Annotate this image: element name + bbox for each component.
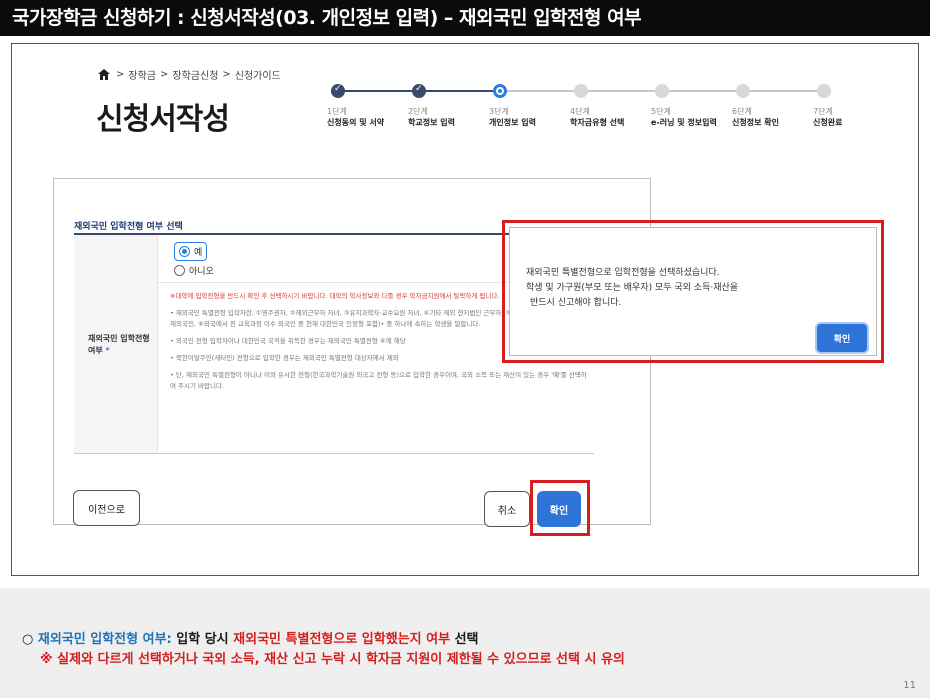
form-bottom-divider [74, 453, 594, 454]
prev-button[interactable]: 이전으로 [73, 490, 140, 526]
bullet-icon: ○ [22, 632, 34, 647]
step-name: 신청완료 [813, 118, 843, 127]
step-number: 4단계 [570, 107, 590, 116]
section-title: 재외국민 입학전형 여부 선택 [74, 222, 183, 232]
step-number: 6단계 [732, 107, 752, 116]
step-name: 신청정보 확인 [732, 118, 779, 127]
required-mark: * [105, 346, 110, 355]
footer-description: ○ 재외국민 입학전형 여부: 입학 당시 재외국민 특별전형으로 입학했는지 … [22, 628, 479, 647]
option-yes[interactable]: 예 [174, 242, 208, 261]
footer-text: 선택 [450, 632, 479, 647]
step-todo-icon [574, 84, 588, 98]
step-current-icon [493, 84, 507, 98]
breadcrumb-item-guide[interactable]: 신청가이드 [235, 67, 281, 82]
step-name: e-러닝 및 정보입력 [651, 118, 717, 127]
note-item: • 단, 재외국민 특별전형이 아니나 이와 유사한 전형(한국과학기술원 외국… [170, 371, 587, 390]
step-name: 학교정보 입력 [408, 118, 455, 127]
step-number: 7단계 [813, 107, 833, 116]
radio-selected-icon[interactable] [179, 246, 190, 257]
option-yes-box[interactable]: 예 [174, 242, 208, 261]
radio-unselected-icon[interactable] [174, 265, 185, 276]
breadcrumb-sep: > [222, 69, 231, 80]
step-name: 개인정보 입력 [489, 118, 536, 127]
footer-highlight: 재외국민 특별전형으로 입학했는지 여부 [233, 632, 451, 647]
step-number: 3단계 [489, 107, 509, 116]
slide-footer: ○ 재외국민 입학전형 여부: 입학 당시 재외국민 특별전형으로 입학했는지 … [0, 588, 930, 698]
step-todo-icon [817, 84, 831, 98]
step-done-icon [331, 84, 345, 98]
page-title: 신청서작성 [96, 102, 230, 137]
footer-term: 재외국민 입학전형 여부: [37, 632, 172, 647]
field-label-cell: 재외국민 입학전형 여부 * [74, 235, 158, 453]
step-number: 1단계 [327, 107, 347, 116]
highlight-box-confirm [530, 480, 590, 536]
breadcrumb: > 장학금 > 장학금신청 > 신청가이드 [98, 67, 281, 82]
breadcrumb-sep: > [116, 69, 125, 80]
breadcrumb-item-apply[interactable]: 장학금신청 [172, 67, 218, 82]
option-no-label: 아니오 [189, 267, 214, 277]
breadcrumb-item-scholarship[interactable]: 장학금 [128, 67, 156, 82]
footer-text: 입학 당시 [171, 632, 234, 647]
home-icon[interactable] [98, 69, 110, 80]
cancel-button[interactable]: 취소 [484, 491, 530, 527]
step-indicator: 1단계 신청동의 및 서약 2단계 학교정보 입력 3단계 개인정보 입력 4단… [312, 80, 852, 140]
page-number: 11 [903, 680, 916, 691]
option-yes-label: 예 [194, 248, 203, 258]
step-todo-icon [736, 84, 750, 98]
breadcrumb-sep: > [160, 69, 169, 80]
option-no[interactable]: 아니오 [174, 264, 214, 277]
step-todo-icon [655, 84, 669, 98]
step-number: 5단계 [651, 107, 671, 116]
highlight-box-alert [502, 220, 884, 363]
field-label-text: 재외국민 입학전형 여부 [88, 334, 150, 355]
field-label: 재외국민 입학전형 여부 * [88, 333, 158, 357]
step-done-icon [412, 84, 426, 98]
step-number: 2단계 [408, 107, 428, 116]
screenshot-frame: > 장학금 > 장학금신청 > 신청가이드 신청서작성 1단계 신청동의 및 서… [11, 43, 919, 576]
footer-caution: ※ 실제와 다르게 선택하거나 국외 소득, 재산 신고 누락 시 학자금 지원… [40, 652, 625, 667]
step-name: 학자금유형 선택 [570, 118, 625, 127]
step-name: 신청동의 및 서약 [327, 118, 385, 127]
slide-title: 국가장학금 신청하기 : 신청서작성(03. 개인정보 입력) – 재외국민 입… [0, 0, 930, 36]
